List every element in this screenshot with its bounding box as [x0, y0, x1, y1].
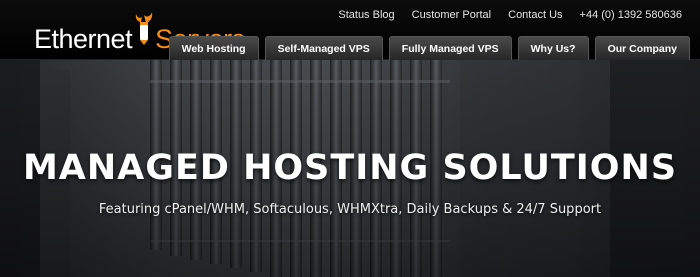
logo-text-ethernet: Ethernet: [34, 24, 133, 54]
tab-why-us[interactable]: Why Us?: [517, 36, 589, 60]
hero-title: MANAGED HOSTING SOLUTIONS: [22, 148, 678, 188]
tab-web-hosting[interactable]: Web Hosting: [168, 36, 259, 60]
phone-number-link[interactable]: +44 (0) 1392 580636: [580, 9, 682, 23]
contact-us-link[interactable]: Contact Us: [508, 9, 562, 23]
tab-self-managed-vps[interactable]: Self-Managed VPS: [264, 36, 383, 60]
main-nav: Web Hosting Self-Managed VPS Fully Manag…: [168, 36, 690, 60]
site-header: Ethernet Servers Status Blog Customer Po…: [0, 0, 700, 60]
customer-portal-link[interactable]: Customer Portal: [412, 9, 491, 23]
hero-subtitle: Featuring cPanel/WHM, Softaculous, WHMXt…: [98, 202, 602, 217]
tab-fully-managed-vps[interactable]: Fully Managed VPS: [388, 36, 512, 60]
status-blog-link[interactable]: Status Blog: [338, 9, 394, 23]
hero-banner: MANAGED HOSTING SOLUTIONS Featuring cPan…: [0, 60, 700, 277]
pencil-flame-icon: [133, 12, 155, 48]
top-links: Status Blog Customer Portal Contact Us +…: [338, 9, 682, 23]
tab-our-company[interactable]: Our Company: [594, 36, 690, 60]
